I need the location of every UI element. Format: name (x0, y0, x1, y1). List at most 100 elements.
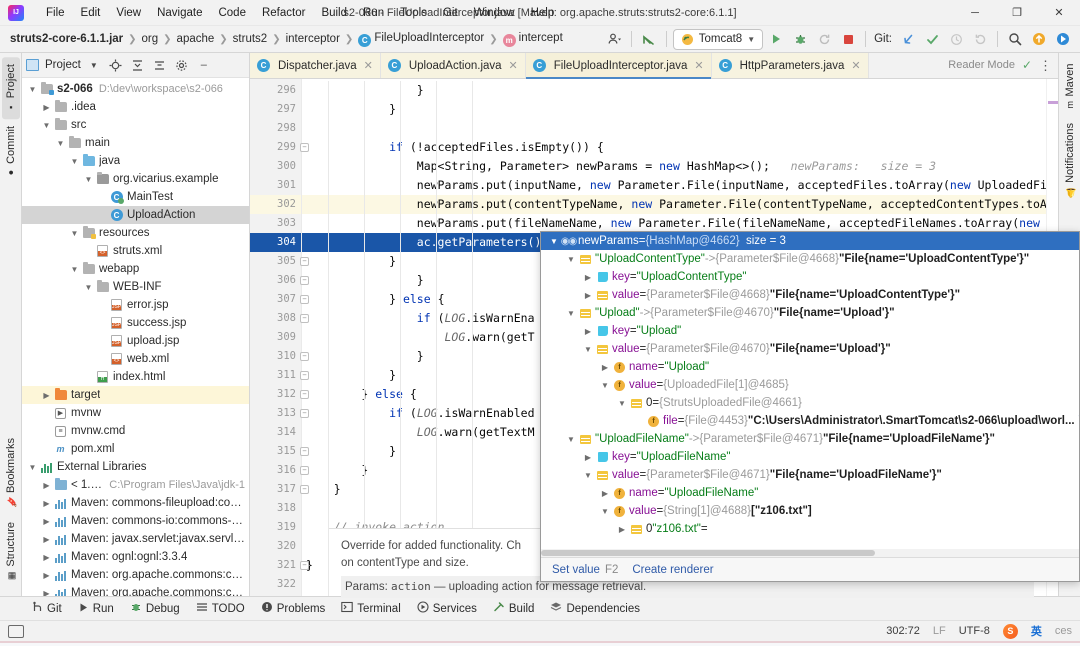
breadcrumb-jar[interactable]: struts2-core-6.1.1.jar (6, 32, 127, 46)
file-encoding[interactable]: UTF-8 (959, 625, 990, 637)
line-number-gutter[interactable]: 296297298299−300301302303304305−306−307−… (250, 79, 302, 596)
tool-window-problems[interactable]: Problems (254, 599, 333, 618)
line-number[interactable]: 318 (250, 499, 301, 518)
tree-node[interactable]: ▼src (22, 116, 249, 134)
chevron-down-icon[interactable]: ▼ (598, 507, 612, 516)
set-value-action[interactable]: Set value (552, 564, 600, 576)
chevron-right-icon[interactable]: ▶ (40, 517, 53, 526)
hide-panel-icon[interactable]: – (195, 56, 213, 74)
line-number[interactable]: 299− (250, 138, 301, 157)
tab-httpparameters[interactable]: C HttpParameters.java ✕ (712, 53, 869, 78)
chevron-down-icon[interactable]: ▼ (581, 345, 595, 354)
search-icon[interactable] (1004, 29, 1026, 50)
chevron-right-icon[interactable]: ▶ (40, 589, 53, 597)
tool-window-run[interactable]: Run (71, 600, 121, 618)
sidebar-item-maven[interactable]: m Maven (1061, 57, 1079, 116)
close-icon[interactable]: ✕ (364, 59, 373, 72)
line-number[interactable]: 313− (250, 404, 301, 423)
tool-window-dependencies[interactable]: Dependencies (543, 599, 647, 618)
debugger-tree-node[interactable]: ▼value = {Parameter$File@4670} "File{nam… (541, 340, 1079, 358)
debugger-tree-node[interactable]: ▼"UploadContentType" -> {Parameter$File@… (541, 250, 1079, 268)
close-icon[interactable]: ✕ (851, 59, 860, 72)
tree-node[interactable]: ▶Maven: javax.servlet:javax.servlet-a (22, 530, 249, 548)
tool-window-services[interactable]: Services (410, 599, 484, 618)
debugger-tree-node[interactable]: ▶fname = "UploadFileName" (541, 484, 1079, 502)
create-renderer-action[interactable]: Create renderer (632, 564, 713, 576)
settings-gear-icon[interactable] (173, 56, 191, 74)
chevron-right-icon[interactable]: ▶ (40, 553, 53, 562)
sidebar-item-notifications[interactable]: 🔔 Notifications (1061, 116, 1079, 205)
tree-node[interactable]: ▼main (22, 134, 249, 152)
tree-node[interactable]: ▼External Libraries (22, 458, 249, 476)
caret-position[interactable]: 302:72 (886, 625, 920, 637)
collapse-all-icon[interactable] (129, 56, 147, 74)
debugger-tree-node[interactable]: ▼"UploadFileName" -> {Parameter$File@467… (541, 430, 1079, 448)
line-number[interactable]: 302 (250, 195, 301, 214)
sidebar-item-bookmarks[interactable]: 🔖 Bookmarks (2, 431, 20, 515)
debugger-tree-node[interactable]: ▼0 = {StrutsUploadedFile@4661} (541, 394, 1079, 412)
chevron-down-icon[interactable]: ▼ (564, 255, 578, 264)
chevron-down-icon[interactable]: ▼ (68, 157, 81, 166)
minimize-button[interactable]: ─ (954, 0, 996, 26)
menu-git[interactable]: Git (435, 4, 466, 22)
tree-node[interactable]: ▶target (22, 386, 249, 404)
chevron-right-icon[interactable]: ▶ (40, 103, 53, 112)
tab-uploadaction[interactable]: C UploadAction.java ✕ (381, 53, 526, 78)
tree-node[interactable]: ▼s2-066D:\dev\workspace\s2-066 (22, 80, 249, 98)
code-line[interactable]: newParams.put(contentTypeName, new Param… (302, 195, 1046, 214)
sidebar-item-commit[interactable]: ● Commit (2, 119, 20, 185)
tree-node[interactable]: JSPupload.jsp (22, 332, 249, 350)
line-number[interactable]: 300 (250, 157, 301, 176)
menu-help[interactable]: Help (523, 4, 563, 22)
chevron-down-icon[interactable]: ▼ (82, 283, 95, 292)
breadcrumb-struts2[interactable]: struts2 (229, 32, 272, 46)
tree-node[interactable]: ▶< 1.8 >C:\Program Files\Java\jdk-1 (22, 476, 249, 494)
chevron-down-icon[interactable]: ▼ (615, 399, 629, 408)
project-tree[interactable]: ▼s2-066D:\dev\workspace\s2-066▶.idea▼src… (22, 78, 249, 596)
user-icon[interactable] (603, 29, 625, 50)
line-number[interactable]: 321− (250, 556, 301, 575)
line-number[interactable]: 304 (250, 233, 301, 252)
git-update-icon[interactable] (897, 29, 919, 50)
code-line[interactable]: Map<String, Parameter> newParams = new H… (302, 157, 1046, 176)
code-line[interactable] (302, 119, 1046, 138)
ide-update-icon[interactable] (1028, 29, 1050, 50)
chevron-down-icon[interactable]: ▼ (54, 139, 67, 148)
tree-node[interactable]: ▶Maven: commons-fileupload:comm (22, 494, 249, 512)
run-configuration-selector[interactable]: Tomcat8 ▼ (673, 29, 763, 50)
tree-node[interactable]: ▼org.vicarius.example (22, 170, 249, 188)
line-number[interactable]: 322 (250, 575, 301, 594)
git-rollback-icon[interactable] (969, 29, 991, 50)
breadcrumb-org[interactable]: org (138, 32, 163, 46)
chevron-right-icon[interactable]: ▶ (581, 453, 595, 462)
back-arrow-icon[interactable] (638, 29, 660, 50)
tree-node[interactable]: ▶.idea (22, 98, 249, 116)
debugger-tree-node[interactable]: ffile = {File@4453} "C:\Users\Administra… (541, 412, 1079, 430)
debugger-tree-node[interactable]: ▼"Upload" -> {Parameter$File@4670} "File… (541, 304, 1079, 322)
chevron-down-icon[interactable]: ▼ (547, 237, 561, 246)
reader-mode-indicator[interactable]: Reader Mode ✓ (948, 58, 1032, 72)
tab-fileuploadinterceptor[interactable]: C FileUploadInterceptor.java ✕ (526, 53, 712, 78)
tool-window-git[interactable]: Git (24, 599, 69, 618)
tree-node[interactable]: CUploadAction (22, 206, 249, 224)
menu-view[interactable]: View (108, 4, 149, 22)
debugger-tree-node[interactable]: ▼fvalue = {UploadedFile[1]@4685} (541, 376, 1079, 394)
line-number[interactable]: 303 (250, 214, 301, 233)
chevron-down-icon[interactable]: ▼ (564, 309, 578, 318)
debugger-tree-node[interactable]: ▶key = "UploadFileName" (541, 448, 1079, 466)
ime-language-indicator[interactable]: 英 (1031, 623, 1042, 639)
chevron-down-icon[interactable]: ▼ (68, 265, 81, 274)
tree-node[interactable]: ▼resources (22, 224, 249, 242)
locate-icon[interactable] (107, 56, 125, 74)
code-line[interactable]: if (!acceptedFiles.isEmpty()) { (302, 138, 1046, 157)
breadcrumb-class[interactable]: CFileUploadInterceptor (354, 31, 488, 48)
chevron-right-icon[interactable]: ▶ (40, 571, 53, 580)
rerun-icon[interactable] (813, 29, 835, 50)
tree-node[interactable]: JSPsuccess.jsp (22, 314, 249, 332)
menu-refactor[interactable]: Refactor (254, 4, 313, 22)
tree-node[interactable]: ▶Maven: org.apache.commons:comn (22, 584, 249, 596)
tree-node[interactable]: ▶Maven: org.apache.commons:comn (22, 566, 249, 584)
line-number[interactable]: 315− (250, 442, 301, 461)
line-number[interactable]: 309 (250, 328, 301, 347)
menu-run[interactable]: Run (355, 4, 392, 22)
